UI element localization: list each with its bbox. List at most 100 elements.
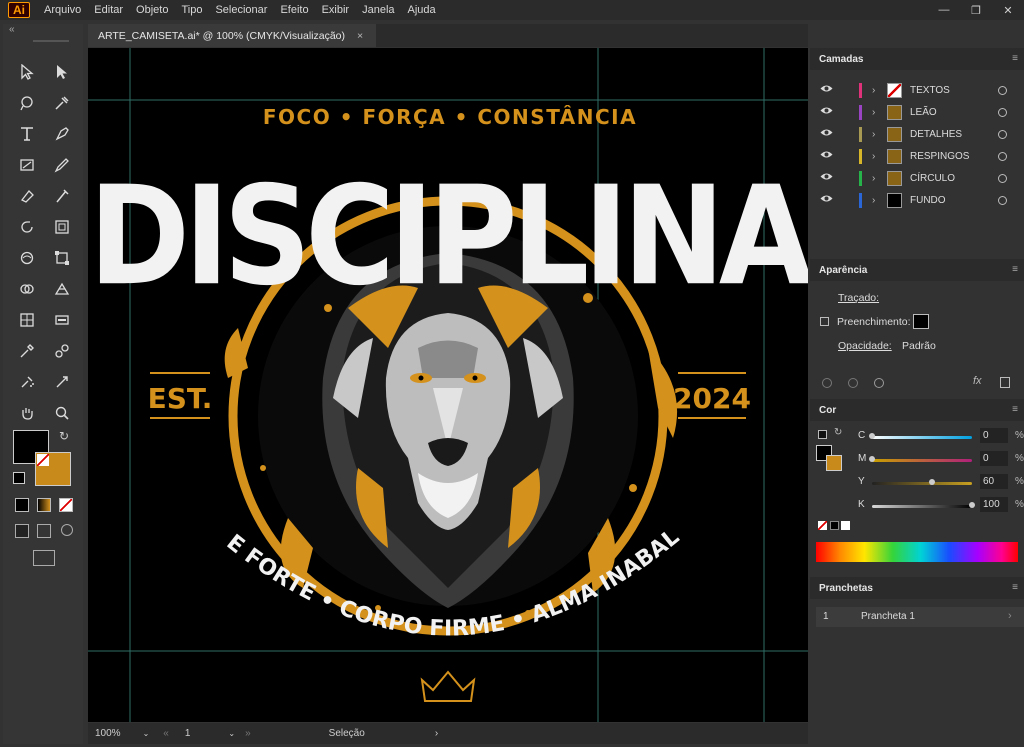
channel-slider-handle[interactable]	[969, 502, 975, 508]
draw-inside-icon[interactable]	[61, 524, 73, 536]
menu-objeto[interactable]: Objeto	[136, 4, 168, 16]
panel-menu-icon[interactable]: ≡	[1012, 582, 1018, 593]
layer-name[interactable]: DETALHES	[910, 129, 962, 140]
channel-slider[interactable]	[872, 436, 972, 439]
prev-artboard-icon[interactable]: «	[163, 728, 169, 739]
shape-builder-tool-icon[interactable]	[16, 278, 38, 300]
zoom-tool-icon[interactable]	[51, 402, 73, 424]
menu-ajuda[interactable]: Ajuda	[408, 4, 436, 16]
layer-name[interactable]: CÍRCULO	[910, 173, 955, 184]
panel-menu-icon[interactable]: ≡	[1012, 264, 1018, 275]
white-color-swatch[interactable]	[841, 521, 850, 530]
layer-target-icon[interactable]	[998, 107, 1007, 117]
layer-row[interactable]: › RESPINGOS	[810, 145, 1024, 167]
panel-menu-icon[interactable]: ≡	[1012, 404, 1018, 415]
pen-tool-icon[interactable]	[51, 123, 73, 145]
black-color-swatch[interactable]	[830, 521, 839, 530]
channel-slider[interactable]	[872, 505, 972, 508]
menu-selecionar[interactable]: Selecionar	[215, 4, 267, 16]
layer-target-icon[interactable]	[998, 85, 1007, 95]
channel-slider[interactable]	[872, 482, 972, 485]
hand-tool-icon[interactable]	[16, 402, 38, 424]
toolbar-grip[interactable]	[33, 40, 69, 42]
color-spectrum[interactable]	[816, 542, 1018, 562]
channel-slider[interactable]	[872, 459, 972, 462]
layer-name[interactable]: RESPINGOS	[910, 151, 969, 162]
layer-name[interactable]: TEXTOS	[910, 85, 950, 96]
close-tab-icon[interactable]: ×	[357, 30, 363, 42]
expand-arrow-icon[interactable]: ›	[872, 151, 875, 162]
symbol-sprayer-tool-icon[interactable]	[16, 371, 38, 393]
pencil-tool-icon[interactable]	[51, 154, 73, 176]
channel-value-input[interactable]: 100	[980, 497, 1008, 512]
menu-editar[interactable]: Editar	[94, 4, 123, 16]
selection-tool-icon[interactable]	[16, 61, 38, 83]
scale-tool-icon[interactable]	[51, 216, 73, 238]
duplicate-item-icon[interactable]	[1000, 377, 1010, 388]
perspective-grid-tool-icon[interactable]	[51, 278, 73, 300]
default-colors-icon[interactable]	[13, 472, 25, 484]
menu-janela[interactable]: Janela	[362, 4, 394, 16]
document-tab[interactable]: ARTE_CAMISETA.ai* @ 100% (CMYK/Visualiza…	[88, 24, 376, 47]
rectangle-tool-icon[interactable]	[16, 154, 38, 176]
visibility-eye-icon[interactable]	[820, 194, 833, 206]
panel-menu-icon[interactable]: ≡	[1012, 53, 1018, 64]
eyedropper-tool-icon[interactable]	[16, 340, 38, 362]
layer-row[interactable]: › TEXTOS	[810, 79, 1024, 101]
none-mode-button[interactable]	[59, 498, 73, 512]
add-effect-icon[interactable]: fx	[973, 375, 982, 387]
menu-exibir[interactable]: Exibir	[322, 4, 350, 16]
mesh-tool-icon[interactable]	[16, 309, 38, 331]
layer-target-icon[interactable]	[998, 151, 1007, 161]
visibility-eye-icon[interactable]	[820, 172, 833, 184]
stroke-label[interactable]: Traçado:	[838, 292, 879, 304]
draw-behind-icon[interactable]	[37, 524, 51, 538]
menu-arquivo[interactable]: Arquivo	[44, 4, 81, 16]
menu-tipo[interactable]: Tipo	[181, 4, 202, 16]
expand-arrow-icon[interactable]: ›	[872, 173, 875, 184]
clear-appearance-icon[interactable]	[874, 378, 884, 388]
channel-slider-handle[interactable]	[869, 456, 875, 462]
layer-row[interactable]: › FUNDO	[810, 189, 1024, 211]
zoom-dropdown-icon[interactable]: ⌄	[143, 729, 150, 738]
collapse-toolbar-icon[interactable]: «	[9, 24, 15, 35]
blend-tool-icon[interactable]	[51, 340, 73, 362]
draw-normal-icon[interactable]	[15, 524, 29, 538]
channel-slider-handle[interactable]	[929, 479, 935, 485]
artboard-row[interactable]: 1 Prancheta 1 ›	[816, 607, 1024, 627]
layer-name[interactable]: FUNDO	[910, 195, 946, 206]
add-stroke-icon[interactable]	[822, 378, 832, 388]
fill-checkbox[interactable]	[820, 317, 829, 326]
next-artboard-icon[interactable]: »	[245, 728, 251, 739]
rotate-tool-icon[interactable]	[16, 216, 38, 238]
channel-value-input[interactable]: 60	[980, 474, 1008, 489]
artboard-options-icon[interactable]: ›	[1008, 610, 1012, 622]
expand-arrow-icon[interactable]: ›	[872, 195, 875, 206]
artboard-dropdown-icon[interactable]: ⌄	[228, 729, 235, 738]
swap-fill-stroke-icon[interactable]: ↻	[59, 429, 69, 443]
restore-button[interactable]: ❐	[960, 0, 992, 20]
slice-tool-icon[interactable]	[51, 371, 73, 393]
layer-target-icon[interactable]	[998, 129, 1007, 139]
visibility-eye-icon[interactable]	[820, 106, 833, 118]
paintbrush-tool-icon[interactable]	[51, 185, 73, 207]
direct-selection-tool-icon[interactable]	[51, 61, 73, 83]
visibility-eye-icon[interactable]	[820, 128, 833, 140]
gradient-mode-button[interactable]	[37, 498, 51, 512]
close-window-button[interactable]: ✕	[992, 0, 1024, 20]
type-tool-icon[interactable]	[16, 123, 38, 145]
layer-target-icon[interactable]	[998, 173, 1007, 183]
artboards-panel-header[interactable]: Pranchetas ≡	[810, 577, 1024, 599]
eraser-tool-icon[interactable]	[16, 185, 38, 207]
layers-panel-header[interactable]: Camadas ≡	[810, 48, 1024, 70]
status-menu-icon[interactable]: ›	[435, 728, 438, 739]
visibility-eye-icon[interactable]	[820, 84, 833, 96]
free-transform-tool-icon[interactable]	[51, 247, 73, 269]
layer-row[interactable]: › CÍRCULO	[810, 167, 1024, 189]
channel-value-input[interactable]: 0	[980, 451, 1008, 466]
lasso-tool-icon[interactable]	[51, 92, 73, 114]
magic-wand-tool-icon[interactable]	[16, 92, 38, 114]
add-fill-icon[interactable]	[848, 378, 858, 388]
color-mode-button[interactable]	[15, 498, 29, 512]
screen-mode-icon[interactable]	[33, 550, 55, 566]
